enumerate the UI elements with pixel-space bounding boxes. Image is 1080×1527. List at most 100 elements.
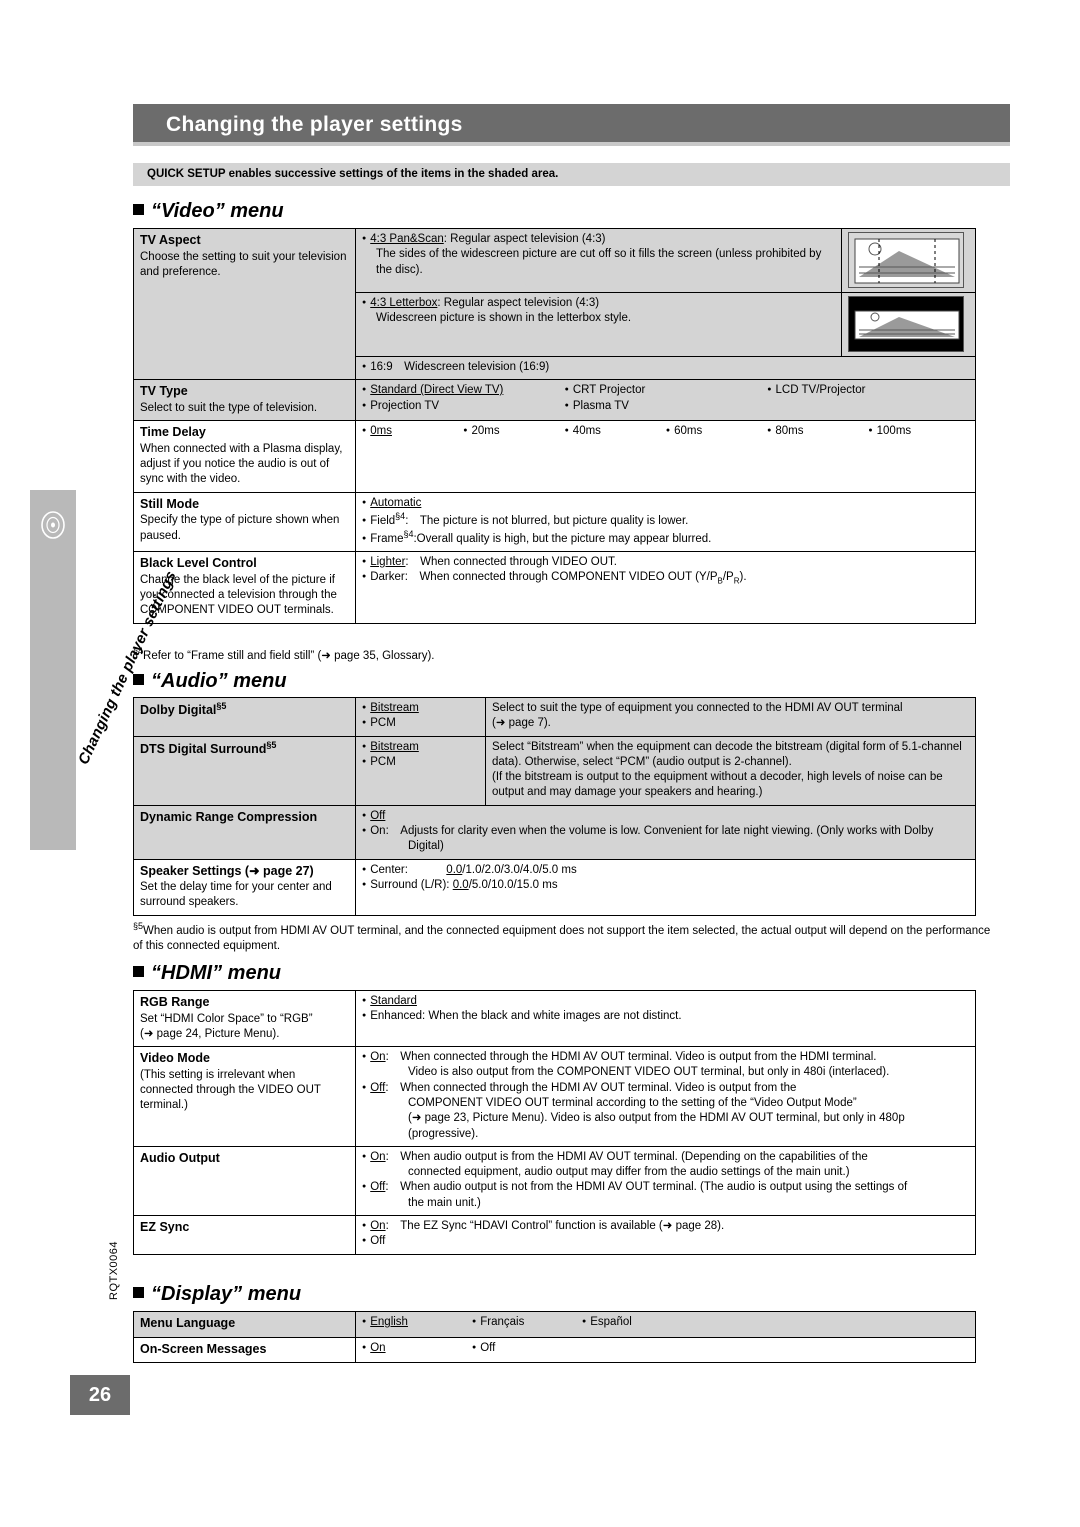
tv-type-desc: Select to suit the type of television. [140,401,318,414]
bullet-square-icon [133,204,144,215]
still-mode-opt3-ast: §4 [403,529,414,540]
speaker-opt1-default: 0.0 [446,863,463,876]
speaker-opt2-default: 0.0 [452,878,469,891]
time-delay-options: 0ms 20ms 40ms 60ms 80ms 100ms [362,424,970,439]
drc-opt2-label: On [370,824,386,837]
video-mode-opt2-cont1: COMPONENT VIDEO OUT terminal according t… [408,1097,857,1110]
cell-time-delay-label: Time Delay When connected with a Plasma … [133,420,356,493]
table-row: Black Level Control Change the black lev… [133,551,976,624]
cell-tv-aspect-label: TV Aspect Choose the setting to suit you… [133,227,356,381]
table-row: DTS Digital Surround§5 Bitstream PCM Sel… [133,735,976,806]
cell-ez-sync-label: EZ Sync [133,1215,356,1255]
cell-black-level-options: Lighter: When connected through VIDEO OU… [355,551,976,624]
dts-opt2: PCM [370,755,396,768]
cell-video-mode-options: On: When connected through the HDMI AV O… [355,1046,976,1147]
table-row: RGB Range Set “HDMI Color Space” to “RGB… [133,989,976,1048]
cell-dolby-options: Bitstream PCM [355,697,486,737]
footnote-5-ast: §5 [133,921,144,931]
ez-sync-opt1-label: On [370,1220,386,1232]
menu-language-name: Menu Language [140,1316,236,1330]
osd-options: On Off [362,1341,970,1356]
table-row: Dynamic Range Compression Off On: Adjust… [133,804,976,860]
quick-setup-text: QUICK SETUP enables successive settings … [147,168,559,180]
table-row: On-Screen Messages On Off [133,1336,976,1364]
table-row: Time Delay When connected with a Plasma … [133,420,976,493]
cell-dts-label: DTS Digital Surround§5 [133,735,356,806]
tv-type-option-4: Plasma TV [572,399,629,412]
tv-type-option-3: Projection TV [370,399,440,412]
video-mode-opt1-cont: Video is also output from the COMPONENT … [408,1066,890,1079]
black-level-opt2-label: Darker [370,571,405,584]
video-mode-opt1-text: : When connected through the HDMI AV OUT… [385,1051,877,1064]
osd-option-1: Off [480,1341,496,1354]
audio-output-opt1-cont: connected equipment, audio output may di… [408,1166,850,1179]
speaker-opt2-label: Surround (L/R): [370,878,450,891]
table-row: Dolby Digital§5 Bitstream PCM Select to … [133,697,976,737]
section-heading-hdmi: “HDMI” menu [133,962,281,985]
black-level-desc: Change the black level of the picture if… [140,573,337,617]
still-mode-name: Still Mode [140,496,200,511]
cell-rgb-options: Standard Enhanced: When the black and wh… [355,989,976,1048]
cell-tv-type-options: Standard (Direct View TV) CRT Projector … [355,379,976,422]
panscan-illustration [848,232,964,288]
black-level-mid: /P [722,571,734,584]
tv-aspect-opt2-body: Widescreen picture is shown in the lette… [376,312,632,325]
cell-video-mode-label: Video Mode (This setting is irrelevant w… [133,1046,356,1147]
ez-sync-opt2: Off [370,1235,386,1248]
page-number: 26 [70,1375,130,1415]
cell-audio-output-options: On: When audio output is from the HDMI A… [355,1145,976,1217]
time-delay-option-4: 80ms [775,425,804,438]
drc-opt1: Off [370,809,386,822]
footnote-4-ast: §4 [133,646,144,656]
tv-aspect-opt1-body: The sides of the widescreen picture are … [376,248,822,276]
dts-right2: (If the bitstream is output to the equip… [492,771,943,799]
footnote-5-text: When audio is output from HDMI AV OUT te… [133,924,991,953]
cell-drc-label: Dynamic Range Compression [133,804,356,860]
disc-icon [41,511,65,539]
tv-aspect-opt3: 16:9 Widescreen television (16:9) [370,361,550,373]
bullet-square-icon [133,966,144,977]
table-row: TV Type Select to suit the type of telev… [133,379,976,422]
footnote-4-text: Refer to “Frame still and field still” (… [143,649,435,662]
black-level-end: ). [739,571,747,584]
still-mode-desc: Specify the type of picture shown when p… [140,514,340,542]
cell-dolby-right: Select to suit the type of equipment you… [485,697,976,737]
time-delay-option-3: 60ms [674,425,703,438]
black-level-name: Black Level Control [140,556,257,571]
video-settings-table: TV Aspect Choose the setting to suit you… [133,227,976,624]
still-mode-opt2-ast: §4 [395,510,406,521]
dts-ast: §5 [266,739,277,750]
table-row: Video Mode (This setting is irrelevant w… [133,1046,976,1147]
dolby-name: Dolby Digital [140,703,217,718]
document-page: Changing the player settings RQTX0064 Ch… [0,0,1080,1527]
section-heading-audio: “Audio” menu [133,670,287,693]
osd-name: On-Screen Messages [140,1341,267,1356]
time-delay-option-1: 20ms [471,425,500,438]
drc-opt2-text: : Adjusts for clarity even when the volu… [385,824,934,853]
audio-output-opt1-label: On [370,1150,386,1163]
cell-drc-options: Off On: Adjusts for clarity even when th… [355,804,976,860]
still-mode-opt3-label: Frame [370,532,404,545]
cell-rgb-label: RGB Range Set “HDMI Color Space” to “RGB… [133,989,356,1048]
cell-still-mode-label: Still Mode Specify the type of picture s… [133,491,356,553]
cell-menu-language-options: English Français Español [355,1311,976,1338]
page-title-bar: Changing the player settings [133,104,1010,146]
ez-sync-opt1-text: : The EZ Sync “HDAVI Control” function i… [385,1220,725,1232]
cell-dts-options: Bitstream PCM [355,735,486,806]
tv-aspect-opt1-label: 4:3 Pan&Scan [370,233,444,245]
hdmi-settings-table: RGB Range Set “HDMI Color Space” to “RGB… [133,989,976,1255]
cell-still-mode-options: Automatic Field§4: The picture is not bl… [355,491,976,553]
section-video-label: “Video” menu [151,200,284,222]
still-mode-opt3-text: :Overall quality is high, but the pictur… [413,532,712,545]
audio-output-opt1-text: : When audio output is from the HDMI AV … [385,1150,868,1163]
video-mode-opt2-text: : When connected through the HDMI AV OUT… [385,1081,797,1094]
still-mode-opt2-label: Field [370,514,396,527]
audio-output-name: Audio Output [140,1150,220,1165]
speaker-opt1-label: Center: [370,863,408,876]
cell-tv-type-label: TV Type Select to suit the type of telev… [133,379,356,422]
cell-audio-output-label: Audio Output [133,1145,356,1217]
cell-tv-aspect-illus1 [841,228,976,293]
video-mode-opt2-label: Off [370,1081,386,1094]
tv-type-option-2: LCD TV/Projector [775,384,866,397]
drc-name: Dynamic Range Compression [140,809,318,824]
